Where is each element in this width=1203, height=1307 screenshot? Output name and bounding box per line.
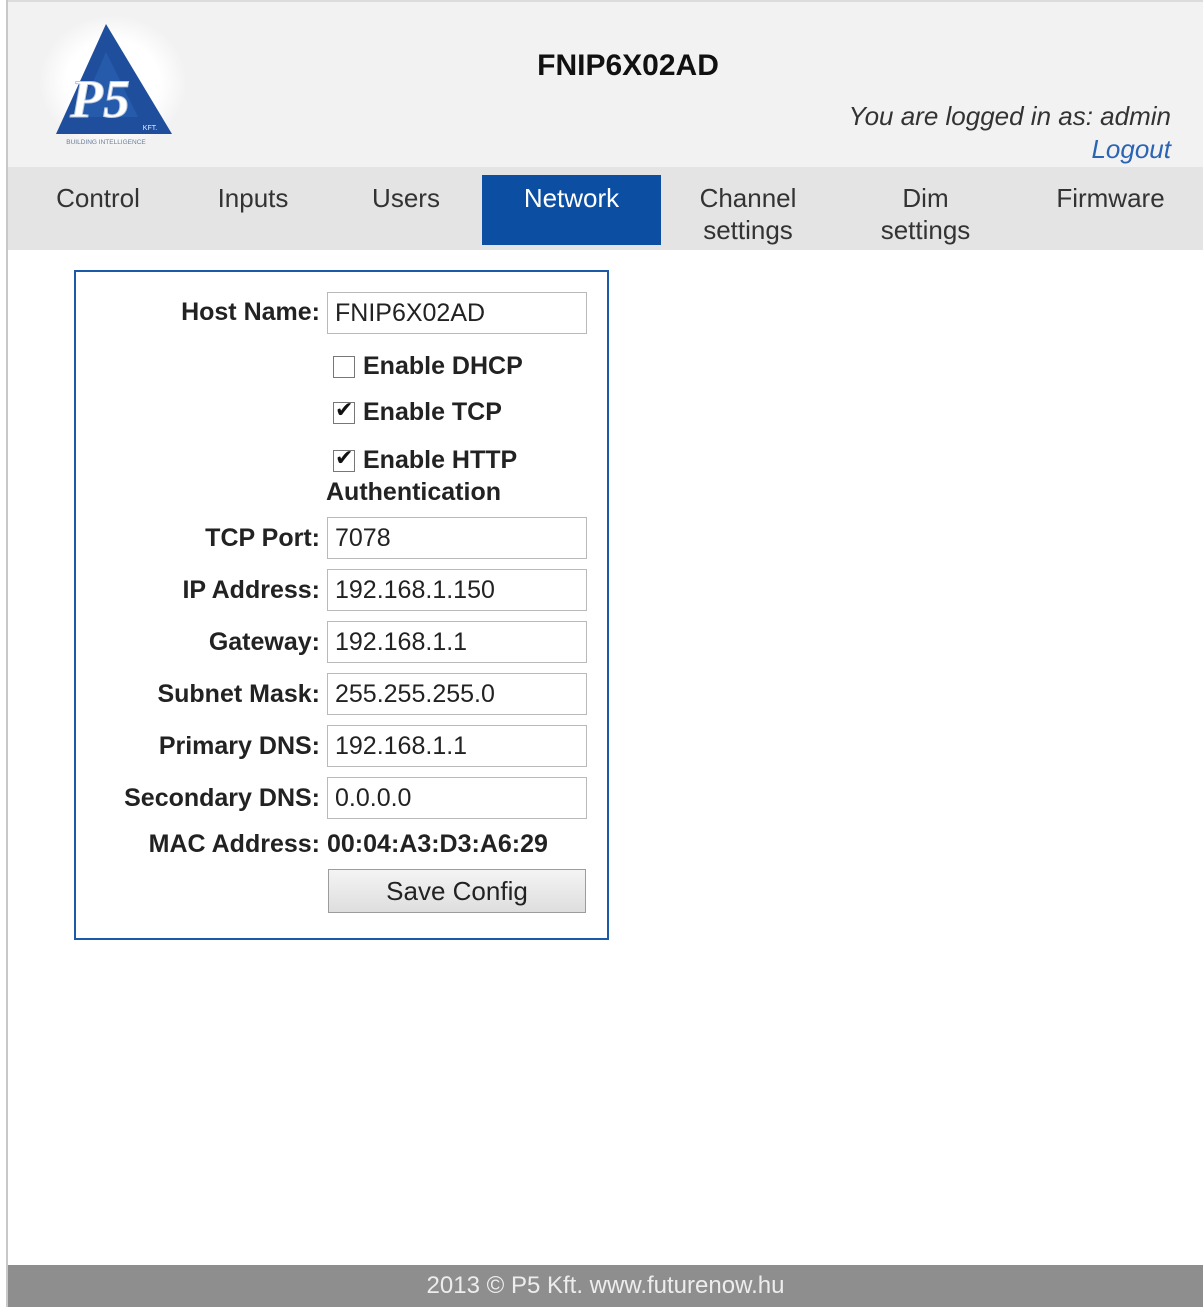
secondary-dns-label: Secondary DNS: [124, 784, 320, 812]
logo-tagline: BUILDING INTELLIGENCE [66, 139, 146, 146]
tab-users[interactable]: Users [351, 175, 461, 245]
enable-dhcp-row: Enable DHCP [333, 352, 523, 381]
page-footer: 2013 © P5 Kft. www.futurenow.hu [8, 1265, 1203, 1307]
gateway-label: Gateway: [208, 628, 320, 656]
tab-firmware[interactable]: Firmware [1048, 175, 1173, 245]
enable-tcp-checkbox[interactable] [333, 398, 355, 424]
authentication-label: Authentication [326, 478, 501, 506]
tab-control[interactable]: Control [38, 175, 158, 245]
save-config-button[interactable]: Save Config [328, 869, 586, 913]
subnet-mask-input[interactable] [327, 673, 587, 715]
mac-address-label: MAC Address: [148, 830, 320, 858]
tab-dim-settings[interactable]: Dim settings [868, 175, 983, 245]
enable-tcp-label: Enable TCP [363, 398, 502, 426]
subnet-mask-label: Subnet Mask: [157, 680, 320, 708]
host-name-input[interactable] [327, 292, 587, 334]
tab-inputs[interactable]: Inputs [198, 175, 308, 245]
enable-tcp-row: Enable TCP [333, 398, 502, 427]
tcp-port-label: TCP Port: [205, 524, 320, 552]
tab-channel-settings[interactable]: Channel settings [688, 175, 808, 245]
page-header: P5 KFT. BUILDING INTELLIGENCE FNIP6X02AD… [8, 2, 1203, 167]
logo-sub: KFT. [143, 125, 157, 132]
enable-dhcp-checkbox[interactable] [333, 355, 355, 378]
mac-address-value: 00:04:A3:D3:A6:29 [327, 830, 548, 858]
host-name-label: Host Name: [181, 298, 320, 326]
enable-http-auth-checkbox[interactable] [333, 446, 355, 472]
tcp-port-input[interactable] [327, 517, 587, 559]
enable-http-auth-row: Enable HTTP [333, 446, 517, 475]
enable-http-auth-label: Enable HTTP [363, 446, 518, 474]
secondary-dns-input[interactable] [327, 777, 587, 819]
logout-link[interactable]: Logout [1091, 134, 1171, 165]
ip-address-label: IP Address: [182, 576, 320, 604]
page-title: FNIP6X02AD [537, 49, 719, 82]
main-nav: Control Inputs Users Network Channel set… [8, 167, 1203, 250]
gateway-input[interactable] [327, 621, 587, 663]
tab-network[interactable]: Network [482, 175, 661, 245]
login-status: You are logged in as: admin [848, 101, 1171, 131]
ip-address-input[interactable] [327, 569, 587, 611]
primary-dns-label: Primary DNS: [158, 732, 320, 760]
enable-dhcp-label: Enable DHCP [363, 352, 523, 380]
primary-dns-input[interactable] [327, 725, 587, 767]
network-settings-form: Host Name: Enable DHCP Enable TCP Enable… [74, 270, 609, 940]
